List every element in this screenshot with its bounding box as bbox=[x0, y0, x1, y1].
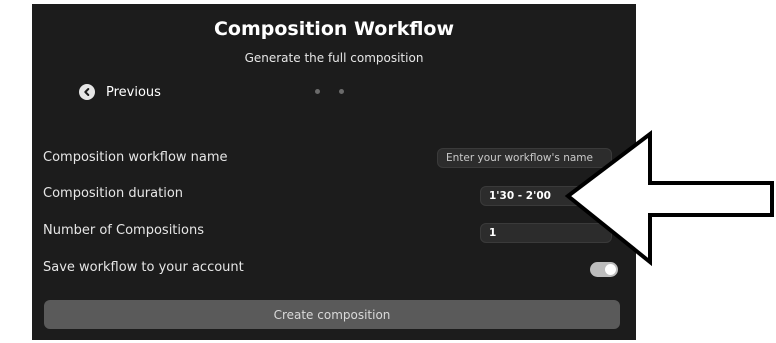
create-composition-label: Create composition bbox=[273, 307, 391, 322]
step-dot bbox=[339, 89, 344, 94]
composition-workflow-panel: Composition Workflow Generate the full c… bbox=[32, 4, 636, 340]
save-workflow-label: Save workflow to your account bbox=[43, 260, 244, 275]
previous-label: Previous bbox=[106, 84, 161, 100]
composition-count-field[interactable]: 1 bbox=[480, 223, 612, 243]
page-subtitle: Generate the full composition bbox=[244, 51, 424, 65]
previous-button[interactable]: Previous bbox=[79, 84, 161, 100]
composition-duration-label: Composition duration bbox=[43, 186, 184, 201]
workflow-name-label: Composition workflow name bbox=[43, 150, 228, 165]
create-composition-button[interactable]: Create composition bbox=[44, 300, 620, 329]
composition-count-label: Number of Compositions bbox=[43, 223, 204, 238]
chevron-left-icon bbox=[79, 84, 95, 100]
toggle-knob bbox=[605, 264, 616, 275]
workflow-name-input[interactable]: Enter your workflow's name bbox=[437, 148, 612, 168]
step-dot bbox=[315, 89, 320, 94]
save-workflow-toggle[interactable] bbox=[590, 262, 618, 277]
page-title: Composition Workflow bbox=[213, 18, 455, 40]
composition-duration-field[interactable]: 1'30 - 2'00 bbox=[480, 186, 612, 206]
step-indicator bbox=[315, 89, 344, 94]
